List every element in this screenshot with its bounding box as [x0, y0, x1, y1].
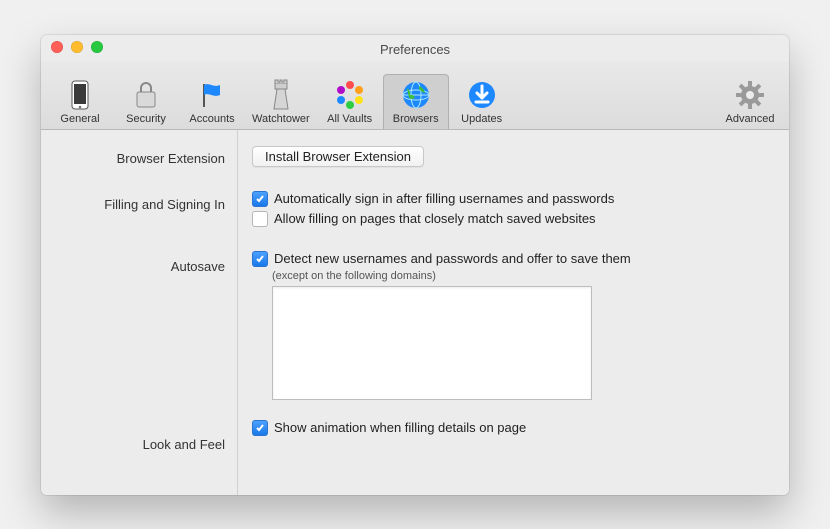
tab-label: Accounts	[189, 113, 234, 125]
excluded-domains-input[interactable]	[272, 286, 592, 400]
gear-icon	[734, 79, 766, 111]
checkbox-auto-signin[interactable]: Automatically sign in after filling user…	[252, 189, 771, 209]
tab-label: Watchtower	[252, 113, 310, 125]
checkbox-label: Detect new usernames and passwords and o…	[274, 249, 631, 269]
tab-label: General	[60, 113, 99, 125]
tab-accounts[interactable]: Accounts	[179, 74, 245, 129]
content-area: Browser Extension Filling and Signing In…	[41, 130, 789, 495]
checkbox-allow-close-match[interactable]: Allow filling on pages that closely matc…	[252, 209, 771, 229]
install-extension-button[interactable]: Install Browser Extension	[252, 146, 424, 167]
checkbox-label: Show animation when filling details on p…	[274, 418, 526, 438]
section-label-filling: Filling and Signing In	[41, 194, 237, 216]
tab-advanced[interactable]: Advanced	[717, 74, 783, 129]
window-controls	[51, 41, 103, 53]
tab-label: Security	[126, 113, 166, 125]
checkbox-detect-logins[interactable]: Detect new usernames and passwords and o…	[252, 249, 771, 269]
minimize-icon[interactable]	[71, 41, 83, 53]
tab-label: All Vaults	[327, 113, 372, 125]
tab-all-vaults[interactable]: All Vaults	[317, 74, 383, 129]
titlebar: Preferences	[41, 35, 789, 61]
window-title: Preferences	[49, 42, 781, 57]
checkbox-icon	[252, 420, 268, 436]
phone-icon	[64, 79, 96, 111]
except-note: (except on the following domains)	[272, 270, 771, 282]
tab-security[interactable]: Security	[113, 74, 179, 129]
tab-label: Updates	[461, 113, 502, 125]
checkbox-label: Automatically sign in after filling user…	[274, 189, 614, 209]
tab-label: Advanced	[726, 113, 775, 125]
section-label-browser-extension: Browser Extension	[41, 148, 237, 170]
flag-icon	[196, 79, 228, 111]
preferences-window: Preferences General Security Accounts	[41, 35, 789, 495]
tab-label: Browsers	[393, 113, 439, 125]
globe-icon	[400, 79, 432, 111]
tab-updates[interactable]: Updates	[449, 74, 515, 129]
tower-icon	[265, 79, 297, 111]
tab-watchtower[interactable]: Watchtower	[245, 74, 317, 129]
close-icon[interactable]	[51, 41, 63, 53]
zoom-icon[interactable]	[91, 41, 103, 53]
section-label-look: Look and Feel	[41, 434, 237, 456]
tab-browsers[interactable]: Browsers	[383, 74, 449, 129]
section-label-autosave: Autosave	[41, 256, 237, 278]
checkbox-label: Allow filling on pages that closely matc…	[274, 209, 596, 229]
lock-icon	[130, 79, 162, 111]
color-ring-icon	[334, 79, 366, 111]
download-icon	[466, 79, 498, 111]
toolbar: General Security Accounts Watchtower	[41, 61, 789, 130]
controls-column: Install Browser Extension Automatically …	[238, 130, 789, 495]
checkbox-icon	[252, 211, 268, 227]
labels-column: Browser Extension Filling and Signing In…	[41, 130, 238, 495]
checkbox-icon	[252, 251, 268, 267]
tab-general[interactable]: General	[47, 74, 113, 129]
checkbox-icon	[252, 191, 268, 207]
checkbox-show-animation[interactable]: Show animation when filling details on p…	[252, 418, 771, 438]
